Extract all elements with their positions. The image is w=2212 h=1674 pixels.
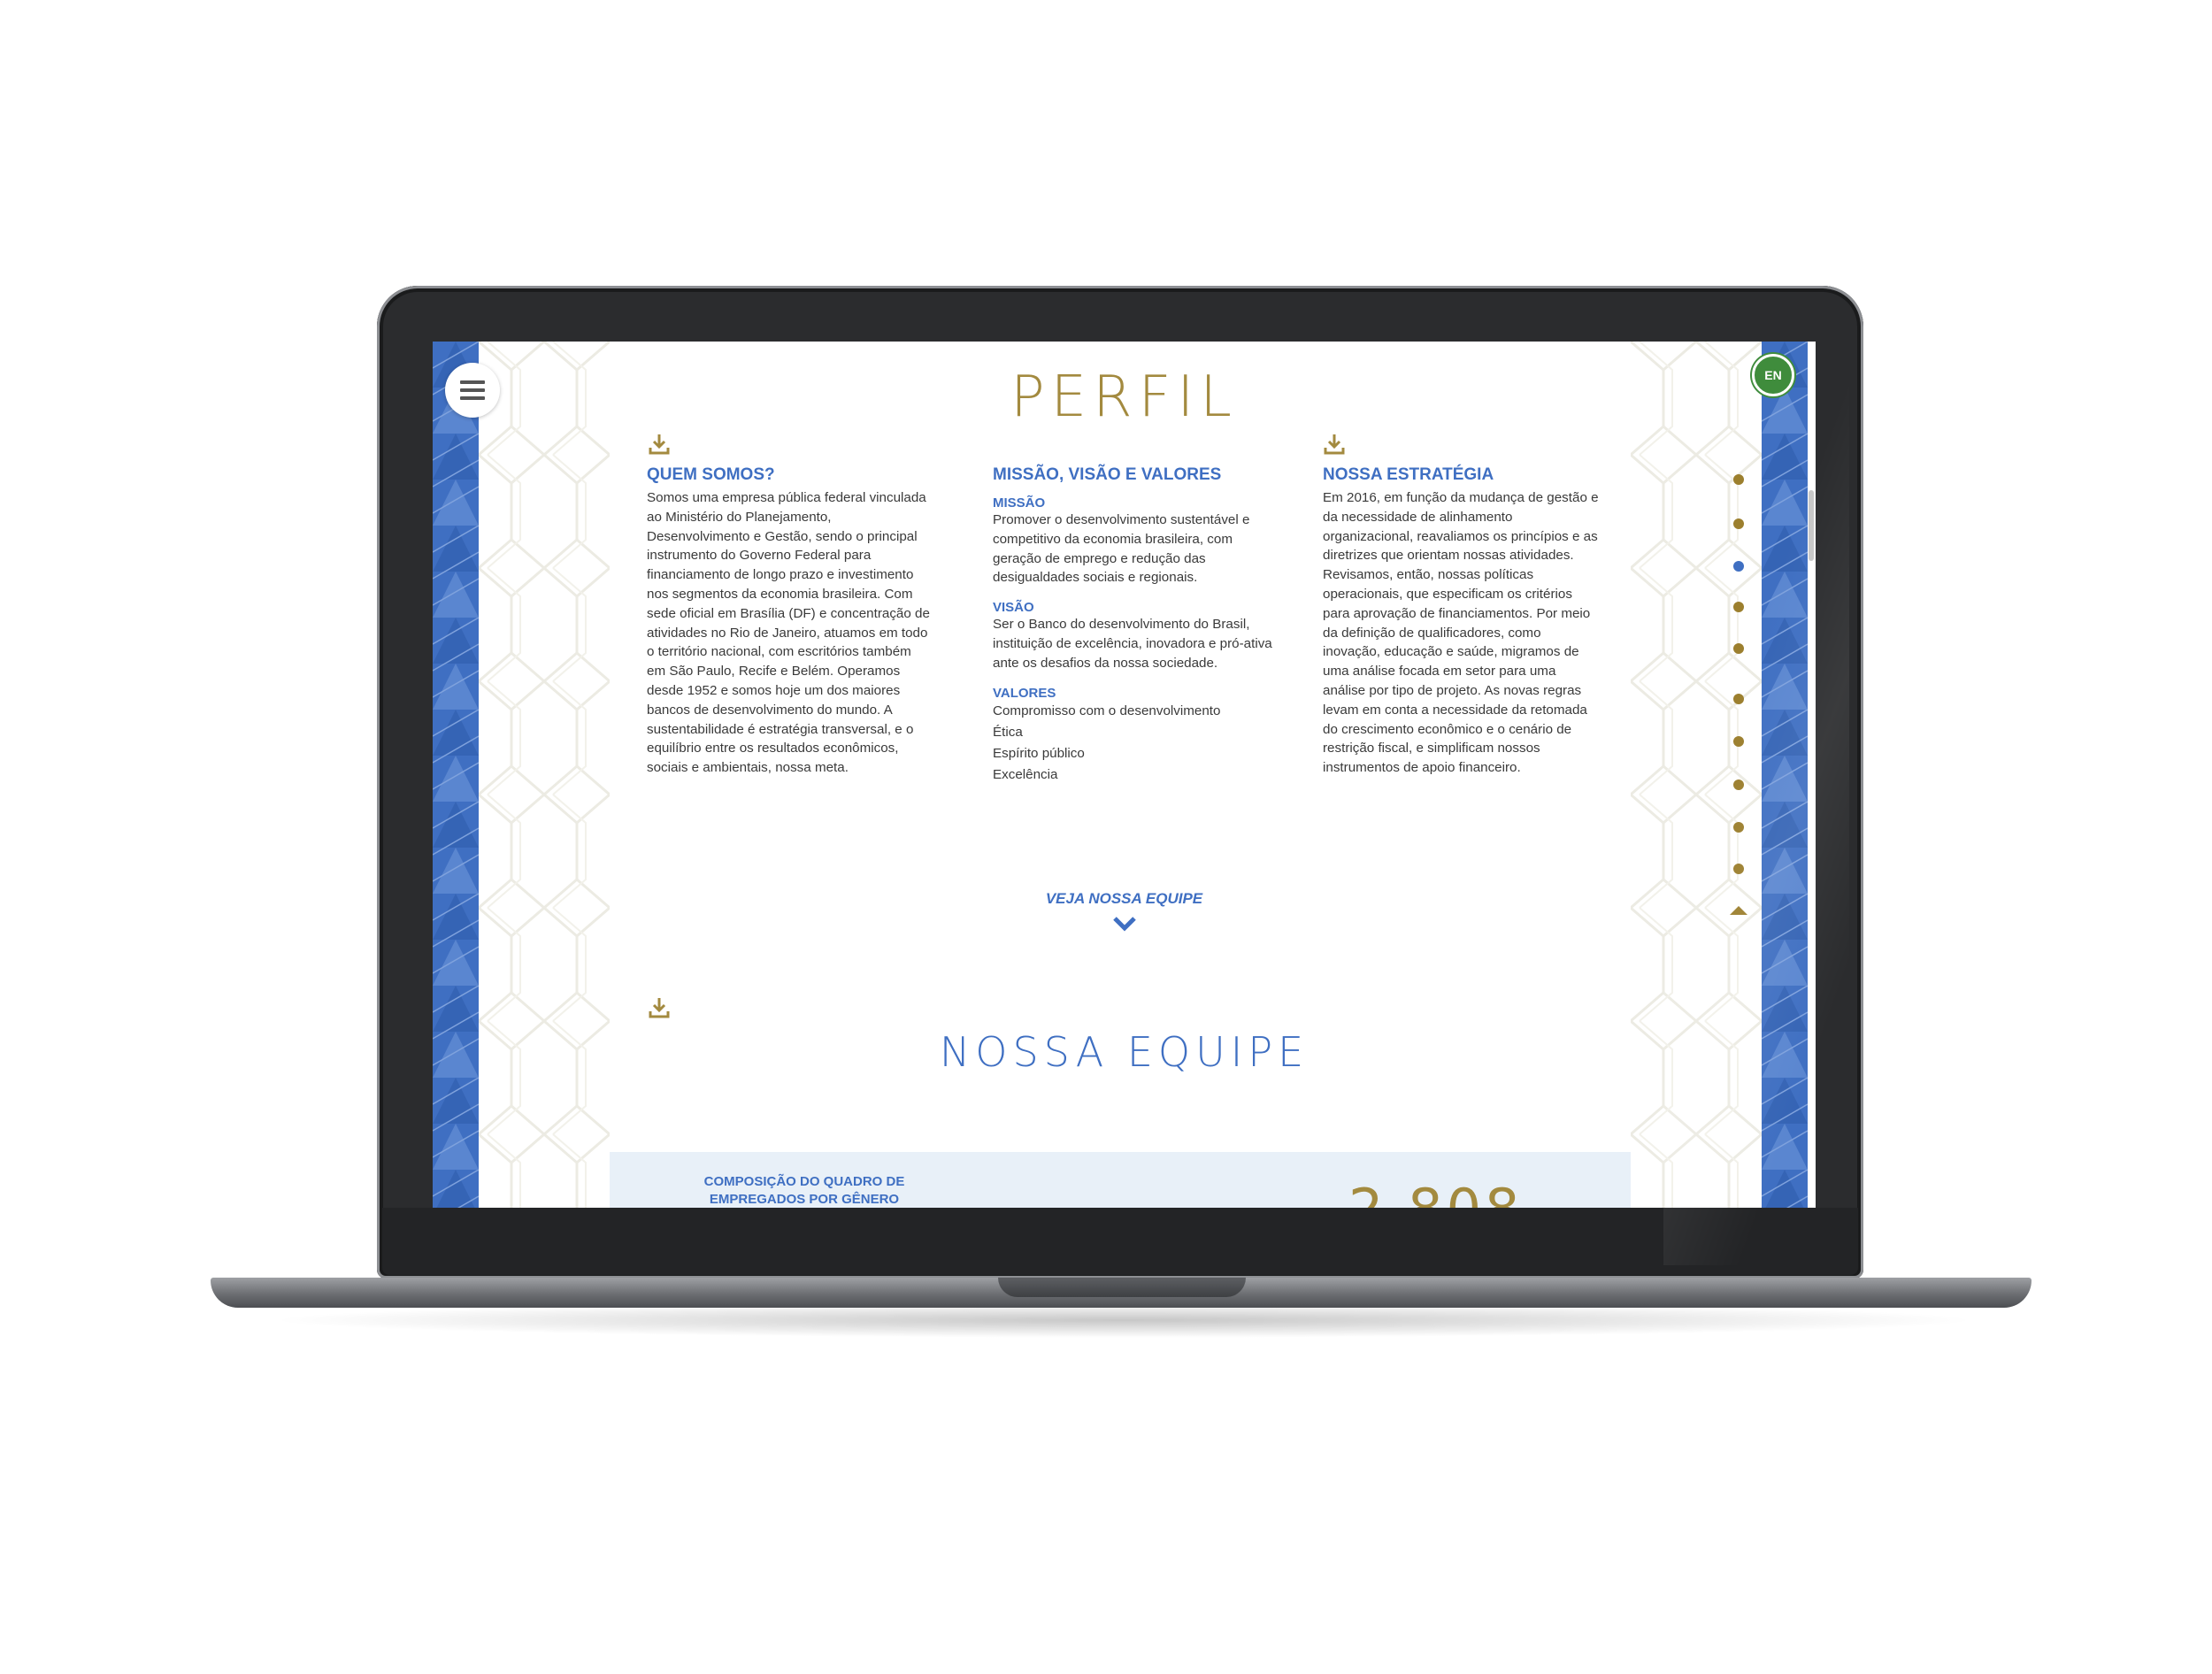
laptop-bezel — [382, 1208, 1858, 1275]
download-icon[interactable] — [648, 433, 671, 456]
download-icon[interactable] — [1323, 433, 1346, 456]
laptop-notch — [998, 1278, 1246, 1297]
team-section-title: NOSSA EQUIPE — [939, 1028, 1310, 1076]
values-item: Espírito público — [993, 745, 1085, 761]
values-item: Compromisso com o desenvolvimento — [993, 703, 1221, 718]
side-nav-dot[interactable] — [1733, 643, 1744, 654]
chevron-down-icon[interactable] — [1112, 915, 1137, 933]
strategy-text: Em 2016, em função da mudança de gestão … — [1323, 490, 1599, 776]
about-heading: QUEM SOMOS? — [647, 465, 775, 484]
mission-vision-values-section: MISSÃO, VISÃO E VALORES MISSÃO Promover … — [993, 465, 1280, 786]
decorative-strip-right — [1762, 342, 1808, 1208]
page-title: PERFIL — [1010, 365, 1238, 430]
mvv-heading: MISSÃO, VISÃO E VALORES — [993, 465, 1222, 484]
decorative-strip-left — [433, 342, 479, 1208]
strategy-heading: NOSSA ESTRATÉGIA — [1323, 465, 1494, 484]
strategy-section: NOSSA ESTRATÉGIA Em 2016, em função da m… — [1323, 465, 1601, 778]
side-nav-dot[interactable] — [1733, 779, 1744, 790]
download-icon[interactable] — [648, 996, 671, 1019]
side-nav-dot[interactable] — [1733, 822, 1744, 833]
about-section: QUEM SOMOS? Somos uma empresa pública fe… — [647, 465, 930, 778]
team-stats-panel: COMPOSIÇÃO DO QUADRO DE EMPREGADOS POR G… — [610, 1152, 1631, 1208]
laptop-shadow — [265, 1302, 1982, 1338]
scrollbar-thumb[interactable] — [1809, 490, 1814, 561]
values-item: Ética — [993, 724, 1023, 740]
gender-composition-label: COMPOSIÇÃO DO QUADRO DE EMPREGADOS POR G… — [703, 1174, 905, 1207]
side-nav-dot[interactable] — [1733, 736, 1744, 747]
mission-title: MISSÃO — [993, 495, 1046, 511]
side-nav-dot[interactable] — [1733, 561, 1744, 572]
browser-viewport: EN PERFIL QUEM SOMOS? Somos uma empresa … — [433, 342, 1816, 1208]
values-list: Compromisso com o desenvolvimento Ética … — [993, 701, 1280, 786]
about-text: Somos uma empresa pública federal vincul… — [647, 490, 930, 776]
vision-title: VISÃO — [993, 600, 1034, 616]
background-pattern-left — [479, 342, 610, 1208]
caret-up-icon[interactable] — [1730, 904, 1747, 915]
see-team-link[interactable]: VEJA NOSSA EQUIPE — [433, 890, 1816, 908]
background-pattern-right — [1631, 342, 1762, 1208]
side-nav-dot[interactable] — [1733, 474, 1744, 485]
employee-count: 2.808 — [1348, 1177, 1524, 1208]
values-title: VALORES — [993, 685, 1056, 701]
side-nav-dot[interactable] — [1733, 518, 1744, 529]
side-nav-dot[interactable] — [1733, 694, 1744, 704]
values-item: Excelência — [993, 766, 1058, 782]
vision-text: Ser o Banco do desenvolvimento do Brasil… — [993, 617, 1272, 671]
side-nav-dot[interactable] — [1733, 864, 1744, 874]
mission-text: Promover o desenvolvimento sustentável e… — [993, 512, 1250, 586]
side-nav-dot[interactable] — [1733, 602, 1744, 612]
